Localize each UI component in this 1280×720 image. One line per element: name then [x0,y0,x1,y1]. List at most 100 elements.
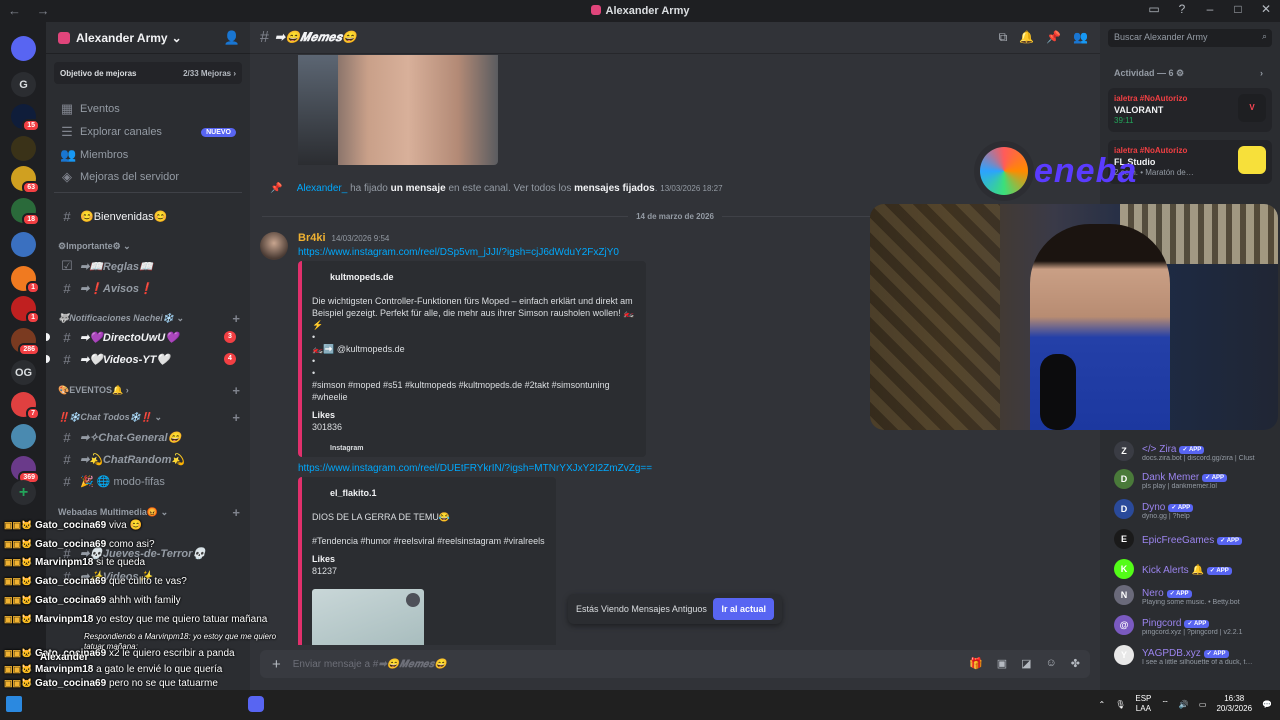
member-item[interactable]: K Kick Alerts 🔔 ✓ APP [1114,556,1274,582]
chevron-right-icon[interactable]: › [1260,68,1263,78]
system-link[interactable]: mensajes fijados [574,183,655,194]
embed-field-value: 301836 [312,422,343,432]
server-icon[interactable] [11,232,36,257]
pin-icon: 📌 [270,183,283,194]
member-list-icon[interactable]: 👥 [1073,30,1088,45]
add-server-icon[interactable]: + [11,480,36,505]
hash-icon: # [63,429,71,445]
windows-start-icon[interactable] [6,696,22,712]
channel-chatrandom[interactable]: # ➡💫ChatRandom💫 [54,448,242,470]
server-header[interactable]: Alexander Army ⌄ 👤 [46,22,250,54]
server-icon[interactable]: 286 [11,328,40,356]
inbox-icon[interactable]: ▭ [1146,2,1162,16]
server-icon[interactable] [11,136,36,161]
channel-chat-general[interactable]: # ➡✧Chat-General😄 [54,426,242,448]
wifi-icon[interactable]: ⌔ [1161,699,1169,709]
chat-message: yo estoy que me quiero tatuar mañana [96,614,268,625]
channel-reglas[interactable]: ☑ ➡📖Reglas📖 [54,255,242,277]
notifications-icon[interactable]: 💬 [1262,700,1272,709]
avatar[interactable] [260,232,288,260]
server-icon[interactable]: 63 [11,166,40,194]
apps-icon[interactable]: ✤ [1071,657,1080,670]
server-icon[interactable]: 18 [11,198,40,226]
server-icon[interactable] [11,36,36,61]
activity-card[interactable]: ialetra #NoAutorizo VALORANT 39:11 V [1108,88,1272,132]
member-item[interactable]: Y YAGPDB.xyz ✓ APP I see a little silhouett… [1114,642,1274,668]
user-panel-name[interactable]: Alexander [40,652,88,663]
add-channel-icon[interactable]: + [232,410,240,425]
nav-members[interactable]: 👥 Miembros [54,144,242,166]
sticker-icon[interactable]: ◪ [1021,657,1031,670]
member-item[interactable]: @ Pingcord ✓ APP pingcord.xyz | ?pingcord |… [1114,612,1274,638]
member-item[interactable]: D Dyno ✓ APP dyno.gg | ?help [1114,496,1274,522]
channel-label: ➡🤍Videos-YT🤍 [80,353,170,366]
category-importante[interactable]: ⚙Importante⚙ ⌄ [58,238,242,254]
play-icon[interactable] [406,593,420,607]
gift-icon[interactable]: 🎁 [969,657,983,670]
chat-user: Gato_cocina69 [35,520,107,531]
clock-time[interactable]: 16:38 [1224,694,1244,703]
member-item[interactable]: D Dank Memer ✓ APP pls play | dankmemer.lol [1114,466,1274,492]
server-icon[interactable]: 1 [11,266,40,294]
nav-browse-channels[interactable]: ☰ Explorar canales NUEVO [54,121,242,143]
system-user-link[interactable]: Alexander_ [297,183,348,194]
server-icon[interactable]: 7 [11,392,40,420]
system-link[interactable]: un mensaje [391,183,446,194]
mic-icon[interactable]: 🎙 [1115,700,1125,709]
search-input[interactable]: Buscar Alexander Army ⌕ [1108,29,1272,47]
server-icon[interactable]: 369 [11,456,40,484]
server-icon[interactable]: 1 [11,296,40,324]
lang-label[interactable]: ESP [1135,694,1151,703]
battery-icon[interactable]: ▭ [1199,700,1207,709]
category-chat-todos[interactable]: ‼️❄️Chat Todos❄️‼️ ⌄ + [58,409,242,425]
channel-modo-fifas[interactable]: # 🎉 🌐 modo-fifas [54,470,242,492]
pin-icon[interactable]: 📌 [1046,30,1061,45]
help-icon[interactable]: ? [1174,2,1190,16]
member-item[interactable]: E EpicFreeGames ✓ APP [1114,526,1274,552]
add-channel-icon[interactable]: + [232,383,240,398]
minimize-icon[interactable]: – [1202,2,1218,16]
volume-icon[interactable]: 🔊 [1179,700,1189,709]
message-link[interactable]: https://www.instagram.com/reel/DSp5vm_jJ… [298,247,619,258]
chevron-up-icon[interactable]: ⌃ [1099,700,1106,709]
channel-videos-yt[interactable]: # ➡🤍Videos-YT🤍 4 [54,348,242,370]
author-name[interactable]: Br4ki [298,232,326,244]
timestamp: 14/03/2026 9:54 [331,234,390,243]
message-composer[interactable]: + Enviar mensaje a #➡😄𝑴𝒆𝒎𝒆𝒔😄 🎁 ▣ ◪ ☺ ✤ [260,650,1090,678]
nav-events[interactable]: ▦ Eventos [54,98,242,120]
chat-user: Marvinpm18 [35,664,94,675]
category-notificaciones[interactable]: 🐺Notificaciones Nachei❄️ ⌄ + [58,310,242,326]
embed-author[interactable]: kultmopeds.de [330,271,636,283]
emoji-icon[interactable]: ☺ [1046,657,1057,670]
threads-icon[interactable]: ⧉ [999,30,1008,45]
gif-icon[interactable]: ▣ [997,657,1007,670]
message-image[interactable] [298,55,498,165]
badge-icon: ▣▣🐱 [4,576,33,586]
channel-avisos[interactable]: # ➡❗Avisos❗ [54,277,242,299]
boost-goal[interactable]: Objetivo de mejoras 2/33 Mejoras › [54,62,242,84]
member-item[interactable]: Z </> Zira ✓ APP docs.zira.bot | discord.gg… [1114,438,1274,464]
maximize-icon[interactable]: □ [1230,2,1246,16]
add-channel-icon[interactable]: + [232,311,240,326]
member-item[interactable]: N Nero ✓ APP Playing some music. • Betty.bo… [1114,582,1274,608]
video-thumbnail[interactable] [312,589,424,645]
divider [54,192,242,193]
avatar: @ [1114,615,1134,635]
jump-to-present-button[interactable]: Ir al actual [713,598,774,620]
server-icon[interactable]: OG [11,360,36,385]
channel-bienvenidas[interactable]: # 😊Bienvenidas😊 [54,205,242,227]
invite-icon[interactable]: 👤 [224,30,240,46]
discord-taskbar-icon[interactable] [248,696,264,712]
server-icon[interactable] [11,424,36,449]
message-link[interactable]: https://www.instagram.com/reel/DUEtFRYkr… [298,463,652,474]
category-eventos[interactable]: 🎨EVENTOS🔔 › + [58,382,242,398]
server-icon[interactable]: G [11,72,36,97]
embed-author[interactable]: el_flakito.1 [330,487,546,499]
avatar: K [1114,559,1134,579]
bell-icon[interactable]: 🔔 [1019,30,1034,45]
nav-server-boost[interactable]: ◈ Mejoras del servidor [54,166,242,188]
activity-header[interactable]: Actividad — 6 ⚙ › [1114,68,1263,79]
close-icon[interactable]: ✕ [1258,2,1274,16]
channel-directo[interactable]: # ➡💜DirectoUwU💜 3 [54,326,242,348]
server-icon[interactable]: 15 [11,104,40,132]
